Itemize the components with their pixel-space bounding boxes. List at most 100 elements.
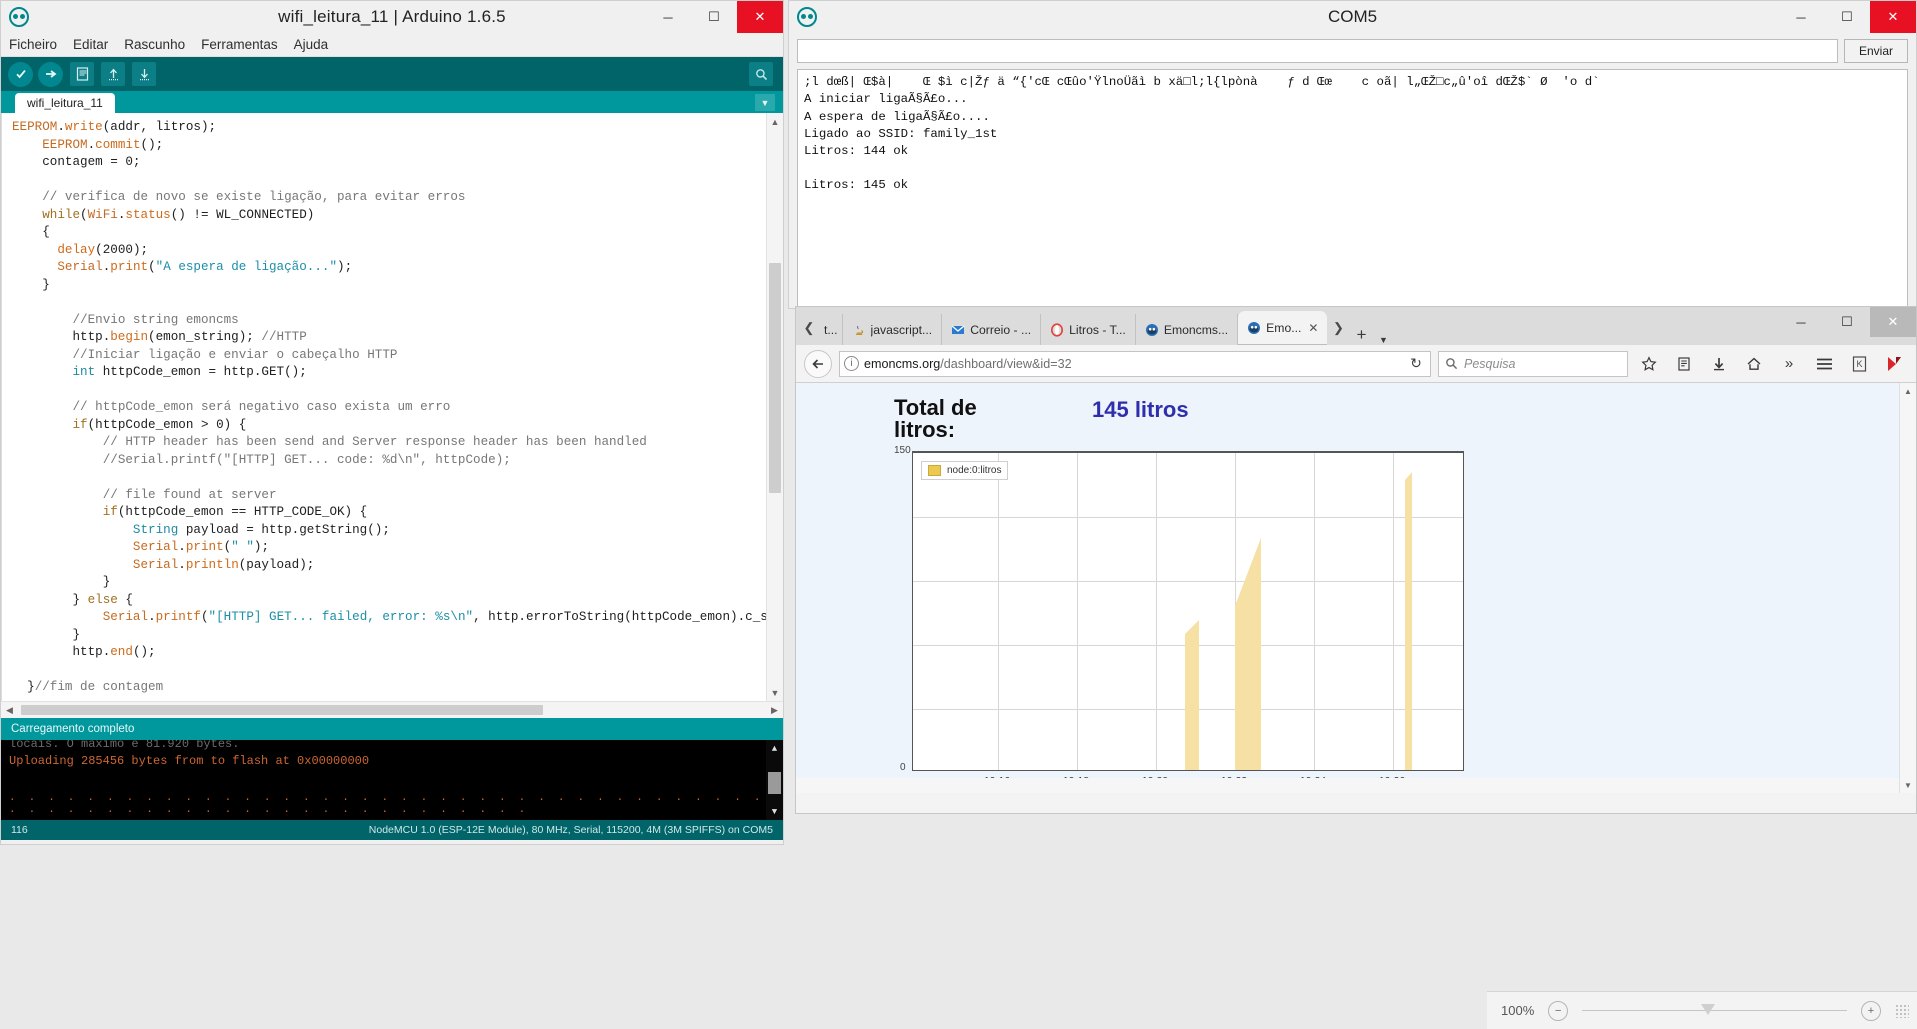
menu-item-ajuda[interactable]: Ajuda bbox=[294, 37, 329, 52]
info-icon[interactable]: i bbox=[844, 356, 859, 371]
firefox-tab-bar: ❮ t... javascript... Correio - ... Litro… bbox=[796, 307, 1916, 345]
browser-tab-1[interactable]: javascript... bbox=[843, 314, 943, 345]
kaspersky-logo-button[interactable] bbox=[1880, 350, 1908, 378]
chevron-down-icon[interactable]: ▼ bbox=[1900, 777, 1916, 793]
menu-item-editar[interactable]: Editar bbox=[73, 37, 108, 52]
zoom-level-label: 100% bbox=[1501, 1003, 1535, 1018]
arduino-minimize-button[interactable]: ─ bbox=[645, 1, 691, 33]
arduino-code-editor[interactable]: EEPROM.write(addr, litros); EEPROM.commi… bbox=[1, 113, 783, 701]
back-button[interactable] bbox=[804, 349, 832, 378]
arduino-close-button[interactable]: ✕ bbox=[737, 1, 783, 33]
zoom-slider-track[interactable] bbox=[1582, 1004, 1847, 1015]
chart-plot-area[interactable]: node:0:litros bbox=[912, 451, 1464, 771]
chevron-down-icon[interactable]: ▼ bbox=[755, 94, 775, 111]
legend-swatch-icon bbox=[928, 465, 941, 476]
open-sketch-button[interactable] bbox=[101, 62, 125, 86]
serial-window-title: COM5 bbox=[1327, 7, 1378, 26]
new-tab-button[interactable]: + bbox=[1349, 325, 1373, 345]
editor-scroll-thumb[interactable] bbox=[769, 263, 781, 493]
serial-minimize-button[interactable]: ─ bbox=[1778, 1, 1824, 33]
chevron-left-icon[interactable]: ❮ bbox=[798, 311, 820, 345]
arduino-maximize-button[interactable]: ☐ bbox=[691, 1, 737, 33]
serial-close-button[interactable]: ✕ bbox=[1870, 1, 1916, 33]
data-segment-1 bbox=[1185, 634, 1199, 770]
serial-send-button[interactable]: Enviar bbox=[1844, 39, 1908, 63]
close-icon[interactable]: ✕ bbox=[1308, 321, 1318, 335]
chevron-down-icon[interactable]: ▼ bbox=[766, 803, 783, 820]
browser-tab-2[interactable]: Correio - ... bbox=[942, 314, 1042, 345]
arrow-left-icon bbox=[812, 358, 823, 369]
browser-tab-5-label: Emo... bbox=[1266, 321, 1302, 335]
serial-line-2: A espera de ligaÃ§Ã£o.... bbox=[804, 109, 990, 124]
browser-tab-0[interactable]: t... bbox=[820, 314, 843, 345]
browser-tab-4[interactable]: Emoncms... bbox=[1136, 314, 1239, 345]
serial-line-6: Litros: 145 ok bbox=[804, 178, 909, 193]
browser-page-content: Total de litros: 145 litros 150 0 node:0… bbox=[796, 383, 1916, 793]
downloads-button[interactable] bbox=[1705, 350, 1733, 378]
url-path: /dashboard/view&id=32 bbox=[940, 356, 1072, 371]
firefox-close-button[interactable]: ✕ bbox=[1870, 307, 1916, 337]
gridline-v-1916 bbox=[998, 453, 999, 770]
serial-send-input[interactable] bbox=[797, 39, 1838, 63]
chevron-up-icon[interactable]: ▲ bbox=[766, 740, 783, 757]
reload-icon[interactable]: ↻ bbox=[1406, 355, 1426, 372]
firefox-minimize-button[interactable]: ─ bbox=[1778, 307, 1824, 337]
overflow-button[interactable]: » bbox=[1775, 350, 1803, 378]
chevron-right-icon[interactable]: ❯ bbox=[1327, 311, 1349, 345]
menu-item-ferramentas[interactable]: Ferramentas bbox=[201, 37, 278, 52]
editor-vertical-scrollbar[interactable]: ▲ ▼ bbox=[766, 113, 783, 701]
gridline-h-90 bbox=[913, 581, 1463, 582]
hamburger-menu-icon bbox=[1816, 358, 1832, 369]
browser-tab-3[interactable]: Litros - T... bbox=[1041, 314, 1136, 345]
firefox-maximize-button[interactable]: ☐ bbox=[1824, 307, 1870, 337]
arrow-down-icon bbox=[139, 69, 149, 81]
verify-button[interactable] bbox=[8, 61, 33, 87]
menu-item-rascunho[interactable]: Rascunho bbox=[124, 37, 185, 52]
serial-monitor-window: COM5 ─ ☐ ✕ Enviar ;l dœß| Œ$à| Œ $ì c|Žƒ… bbox=[788, 0, 1917, 312]
home-button[interactable] bbox=[1740, 350, 1768, 378]
page-vertical-scrollbar[interactable]: ▲ ▼ bbox=[1899, 383, 1916, 793]
editor-hscroll-thumb[interactable] bbox=[21, 705, 543, 715]
mail-icon bbox=[951, 325, 965, 334]
console-scroll-thumb[interactable] bbox=[768, 772, 781, 794]
chevron-up-icon[interactable]: ▲ bbox=[767, 113, 783, 130]
bookmark-button[interactable] bbox=[1635, 350, 1663, 378]
menu-button[interactable] bbox=[1810, 350, 1838, 378]
kaspersky-panel-button[interactable]: K bbox=[1845, 350, 1873, 378]
desktop-root: wifi_leitura_11 | Arduino 1.6.5 ─ ☐ ✕ Fi… bbox=[0, 0, 1917, 1029]
console-scrollbar[interactable]: ▲ ▼ bbox=[766, 740, 783, 820]
page-horizontal-scrollbar[interactable] bbox=[796, 778, 1899, 793]
chevron-up-icon[interactable]: ▲ bbox=[1900, 383, 1916, 399]
url-bar[interactable]: i emoncms.org/dashboard/view&id=32 ↻ bbox=[839, 350, 1431, 377]
browser-tab-2-label: Correio - ... bbox=[970, 322, 1032, 337]
data-segment-3-ramp bbox=[1405, 472, 1412, 480]
serial-maximize-button[interactable]: ☐ bbox=[1824, 1, 1870, 33]
editor-horizontal-scrollbar[interactable]: ◀ ▶ bbox=[1, 701, 783, 718]
chevron-down-icon[interactable]: ▼ bbox=[767, 684, 783, 701]
star-icon bbox=[1641, 355, 1657, 371]
emoncms-icon bbox=[1145, 323, 1158, 336]
menu-item-ficheiro[interactable]: Ficheiro bbox=[9, 37, 57, 52]
upload-button[interactable] bbox=[38, 61, 63, 87]
resize-grip-icon[interactable] bbox=[1895, 1003, 1909, 1018]
serial-output-area[interactable]: ;l dœß| Œ$à| Œ $ì c|Žƒ ä “{'cŒ cŒûo'Ÿlno… bbox=[797, 69, 1908, 312]
plus-circle-icon[interactable]: + bbox=[1861, 1000, 1881, 1021]
chevron-left-icon[interactable]: ◀ bbox=[1, 705, 18, 716]
sketch-tab-wifi-leitura-11[interactable]: wifi_leitura_11 bbox=[15, 93, 115, 113]
save-sketch-button[interactable] bbox=[132, 62, 156, 86]
browser-tab-5-active[interactable]: Emo... ✕ bbox=[1238, 311, 1328, 345]
serial-monitor-button[interactable] bbox=[749, 62, 773, 86]
zoom-control-strip: 100% − + bbox=[1487, 991, 1917, 1029]
minus-circle-icon[interactable]: − bbox=[1548, 1000, 1569, 1021]
zoom-slider-handle[interactable] bbox=[1701, 1004, 1716, 1015]
library-button[interactable] bbox=[1670, 350, 1698, 378]
list-all-tabs-button[interactable]: ▼ bbox=[1373, 335, 1393, 345]
search-bar[interactable]: Pesquisa bbox=[1438, 350, 1628, 377]
kaspersky-k-icon: K bbox=[1852, 355, 1866, 372]
new-sketch-button[interactable] bbox=[70, 62, 94, 86]
arduino-ide-window: wifi_leitura_11 | Arduino 1.6.5 ─ ☐ ✕ Fi… bbox=[0, 0, 784, 845]
gridline-v-1926 bbox=[1393, 453, 1394, 770]
litros-chart[interactable]: 150 0 node:0:litros bbox=[894, 445, 1898, 793]
serial-window-controls: ─ ☐ ✕ bbox=[1778, 1, 1916, 33]
chevron-right-icon[interactable]: ▶ bbox=[766, 705, 783, 716]
